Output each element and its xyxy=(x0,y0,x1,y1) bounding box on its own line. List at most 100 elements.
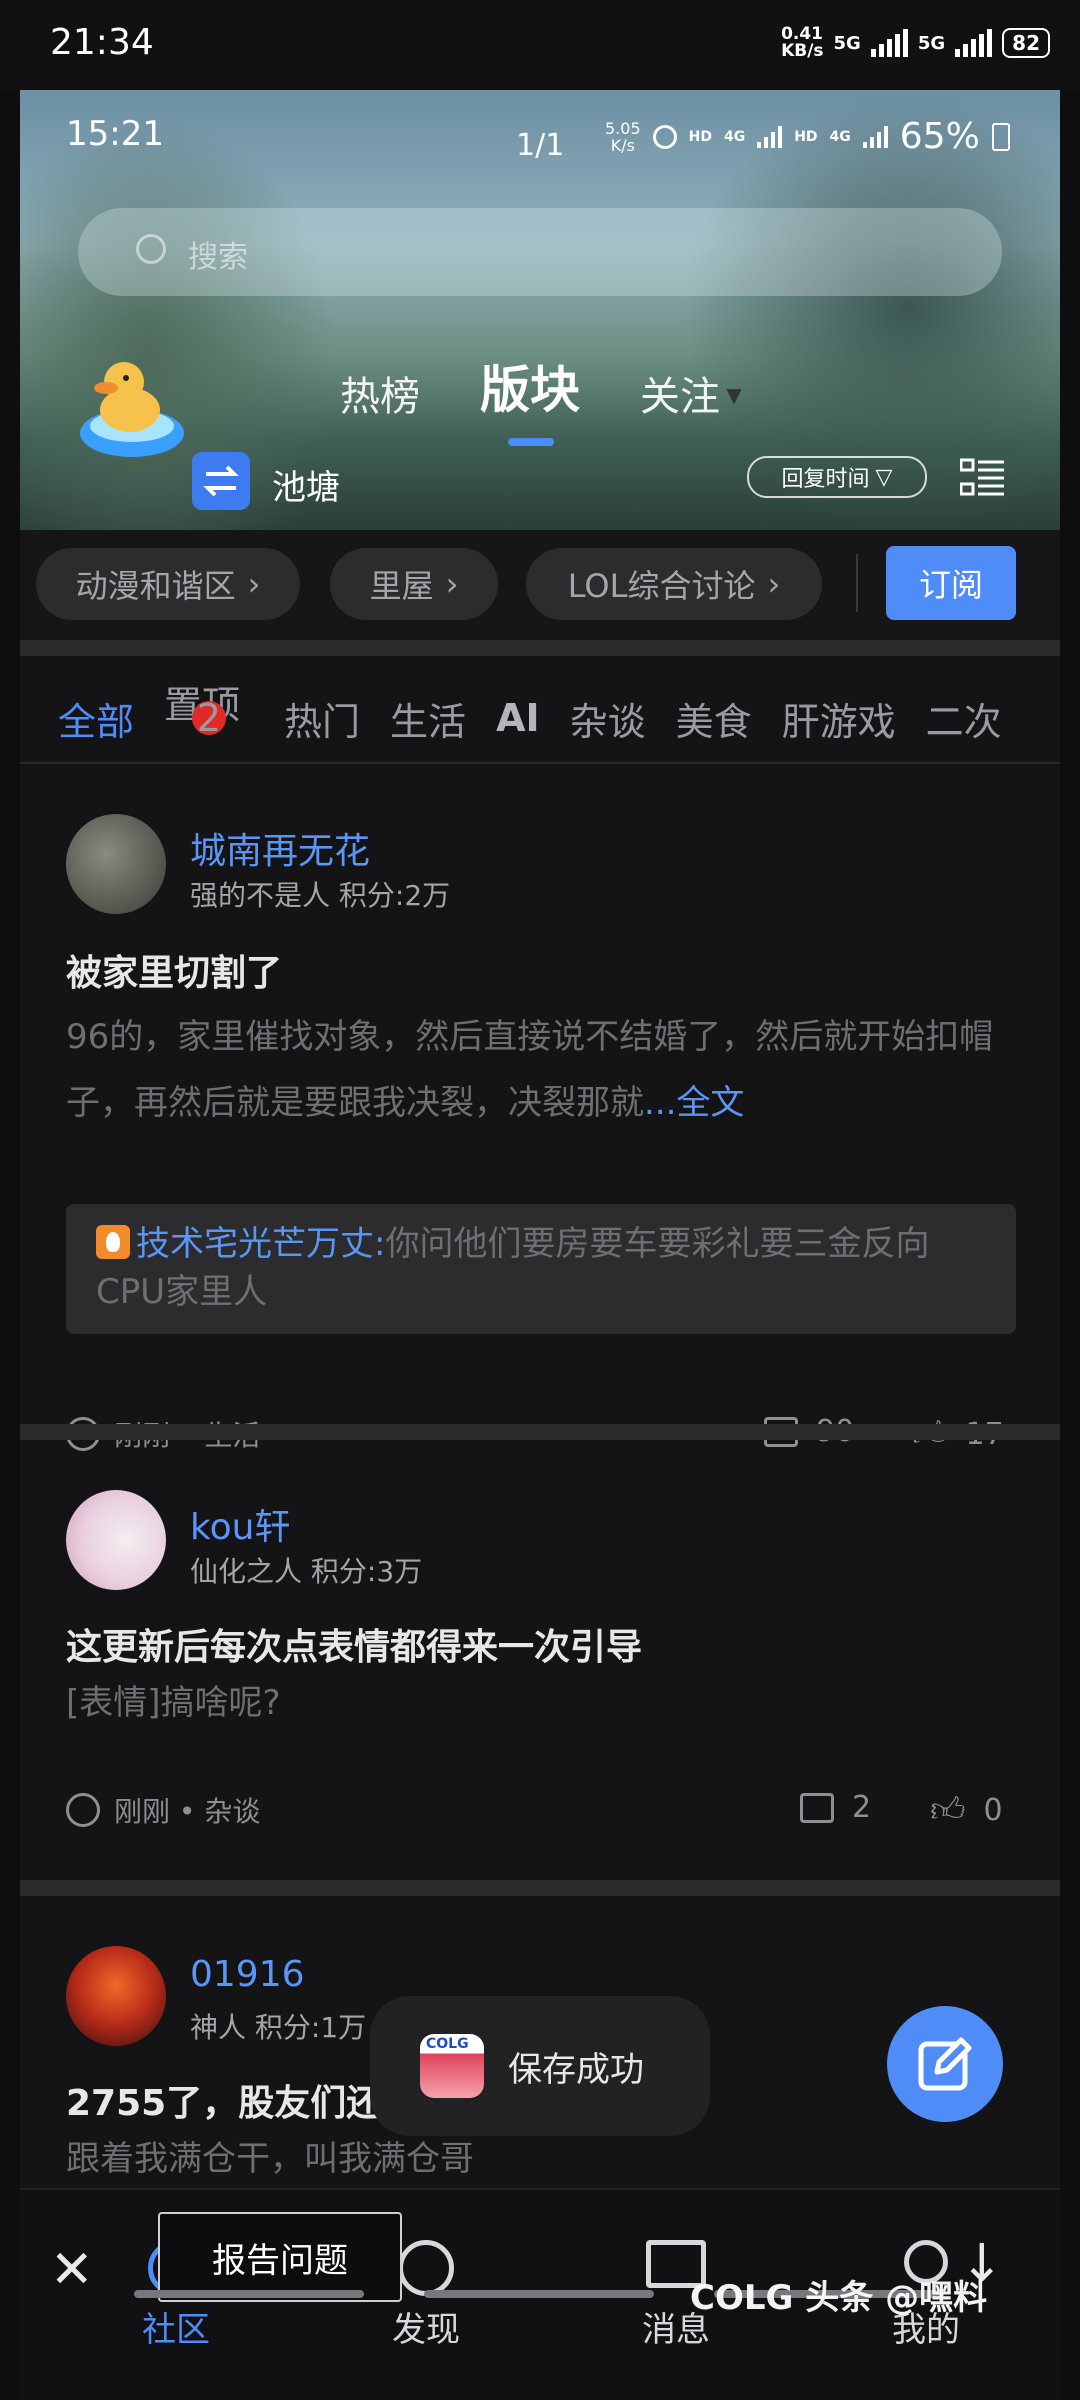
network-type-1: 5G xyxy=(833,32,861,54)
gesture-indicator xyxy=(424,2290,654,2298)
fire-icon xyxy=(96,1225,130,1259)
chevron-right-icon: › xyxy=(247,565,261,603)
post-card[interactable]: 城南再无花 强的不是人 积分:2万 被家里切割了 96的，家里催找对象，然后直接… xyxy=(20,764,1060,1514)
list-view-icon[interactable] xyxy=(959,458,1004,498)
inner-battery: 65% xyxy=(899,116,980,157)
compass-icon xyxy=(398,2240,454,2296)
edit-icon xyxy=(918,2037,972,2091)
read-more-link[interactable]: ...全文 xyxy=(644,1083,744,1123)
author-meta: 强的不是人 积分:2万 xyxy=(190,879,451,912)
pinned-count-badge: 2 xyxy=(192,696,227,740)
post-author[interactable]: 城南再无花 xyxy=(190,822,370,874)
search-placeholder: 搜索 xyxy=(188,240,248,275)
post-separator xyxy=(20,1880,1060,1896)
reply-author[interactable]: 技术宅光芒万丈: xyxy=(136,1224,385,1264)
post-author[interactable]: 01916 xyxy=(190,1954,305,1995)
chip-board-lol[interactable]: LOL综合讨论 › xyxy=(526,548,822,620)
category-ai[interactable]: AI xyxy=(496,696,540,740)
switch-board-button[interactable] xyxy=(192,452,250,510)
thumbs-up-icon: 👍︎ xyxy=(930,1790,966,1830)
author-meta: 仙化之人 积分:3万 xyxy=(190,1555,423,1588)
like-count-value: 0 xyxy=(983,1793,1003,1828)
tab-follow-label: 关注 xyxy=(640,374,720,420)
category-food[interactable]: 美食 xyxy=(676,691,752,746)
chip-label: LOL综合讨论 xyxy=(567,567,756,605)
chip-board-inner-room[interactable]: 里屋 › xyxy=(330,548,498,620)
comment-count[interactable]: 2 xyxy=(800,1790,871,1825)
category-hot[interactable]: 热门 xyxy=(284,691,360,746)
avatar[interactable] xyxy=(66,814,166,914)
alarm-icon xyxy=(652,124,677,149)
post-title: 被家里切割了 xyxy=(66,953,283,994)
category-tabs: 全部 置顶2 热门 生活 AI 杂谈 美食 肝游戏 二次 xyxy=(20,668,1060,768)
inner-signal-icon xyxy=(862,125,888,148)
comment-count-value: 2 xyxy=(852,1790,872,1825)
board-name: 池塘 xyxy=(272,468,340,508)
app-screenshot: 15:21 1/1 5.05 K/s HD 4G HD 4G 65% 搜索 热榜… xyxy=(20,90,1060,2400)
category-all[interactable]: 全部 xyxy=(58,691,134,746)
avatar[interactable] xyxy=(66,1490,166,1590)
report-issue-button[interactable]: 报告问题 xyxy=(158,2212,402,2302)
post-author[interactable]: kou轩 xyxy=(190,1498,290,1550)
inner-net-1: 4G xyxy=(723,128,746,145)
author-meta: 神人 积分:1万 xyxy=(190,2011,367,2044)
chips-divider xyxy=(856,554,858,612)
dropdown-icon: ▼ xyxy=(720,383,742,407)
network-speed: 0.41 KB/s xyxy=(781,24,824,61)
clock-icon xyxy=(66,1793,100,1827)
nav-label: 发现 xyxy=(392,2310,460,2350)
post-time-category: 刚刚 • 杂谈 xyxy=(114,1795,261,1828)
chevron-right-icon: › xyxy=(767,565,781,603)
category-grinding-games[interactable]: 肝游戏 xyxy=(782,691,896,746)
chip-label: 动漫和谐区 xyxy=(75,567,236,605)
sort-reply-time-button[interactable]: 回复时间 ▽ xyxy=(747,456,927,498)
tab-hot-list[interactable]: 热榜 xyxy=(340,364,420,422)
colg-app-icon xyxy=(420,2034,484,2098)
inner-network-speed: 5.05 K/s xyxy=(605,118,641,155)
category-acg[interactable]: 二次 xyxy=(926,691,1002,746)
battery-icon xyxy=(991,122,1010,151)
top-tabs: 热榜 版块 关注 ▼ xyxy=(340,350,742,446)
save-success-toast: 保存成功 xyxy=(370,1996,710,2136)
sort-label: 回复时间 xyxy=(781,467,870,492)
filter-icon: ▽ xyxy=(875,464,893,490)
new-post-button[interactable] xyxy=(887,2006,1003,2122)
category-chat[interactable]: 杂谈 xyxy=(570,691,646,746)
post-excerpt: 96的，家里催找对象，然后直接说不结婚了，然后就开始扣帽子，再然后就是要跟我决裂… xyxy=(66,1004,1016,1136)
search-input[interactable]: 搜索 xyxy=(78,208,1002,296)
category-life[interactable]: 生活 xyxy=(390,691,466,746)
signal-icon xyxy=(870,29,908,57)
section-divider xyxy=(20,640,1060,656)
inner-status-time: 15:21 xyxy=(66,114,164,154)
post-card[interactable]: kou轩 仙化之人 积分:3万 这更新后每次点表情都得来一次引导 [表情]搞啥呢… xyxy=(20,1440,1060,1890)
comment-icon xyxy=(800,1792,834,1823)
subscribe-button[interactable]: 订阅 xyxy=(886,546,1016,620)
post-excerpt: [表情]搞啥呢? xyxy=(66,1683,281,1723)
toast-message: 保存成功 xyxy=(508,2049,644,2090)
close-icon[interactable]: ✕ xyxy=(50,2240,94,2300)
swap-icon xyxy=(203,465,239,497)
avatar[interactable] xyxy=(66,1946,166,2046)
battery-icon: 82 xyxy=(1002,28,1050,58)
inner-net-2: 4G xyxy=(829,128,851,145)
post-title: 2755了，股友们还 xyxy=(66,2083,383,2124)
status-time: 21:34 xyxy=(50,22,154,63)
nav-label: 社区 xyxy=(142,2310,210,2350)
chip-board-anime[interactable]: 动漫和谐区 › xyxy=(36,548,300,620)
like-button[interactable]: 👍︎ 0 xyxy=(930,1790,1003,1831)
header-banner: 15:21 1/1 5.05 K/s HD 4G HD 4G 65% 搜索 热榜… xyxy=(20,90,1060,530)
gesture-indicator xyxy=(134,2290,364,2298)
category-pinned[interactable]: 置顶2 xyxy=(164,674,240,763)
hot-reply-quote[interactable]: 技术宅光芒万丈:你问他们要房要车要彩礼要三金反向CPU家里人 xyxy=(66,1204,1016,1334)
chevron-right-icon: › xyxy=(445,565,459,603)
watermark: COLG 头条 @嘿料 xyxy=(690,2278,988,2318)
hd-label: HD xyxy=(688,128,712,145)
inner-status-icons: 5.05 K/s HD 4G HD 4G 65% xyxy=(605,116,1010,157)
network-type-2: 5G xyxy=(917,32,946,54)
image-page-counter: 1/1 xyxy=(516,128,565,163)
tab-boards[interactable]: 版块 xyxy=(480,350,580,446)
signal-icon xyxy=(955,29,993,57)
search-icon xyxy=(136,234,166,264)
tab-follow[interactable]: 关注 ▼ xyxy=(640,364,742,422)
post-title: 这更新后每次点表情都得来一次引导 xyxy=(66,1627,643,1668)
